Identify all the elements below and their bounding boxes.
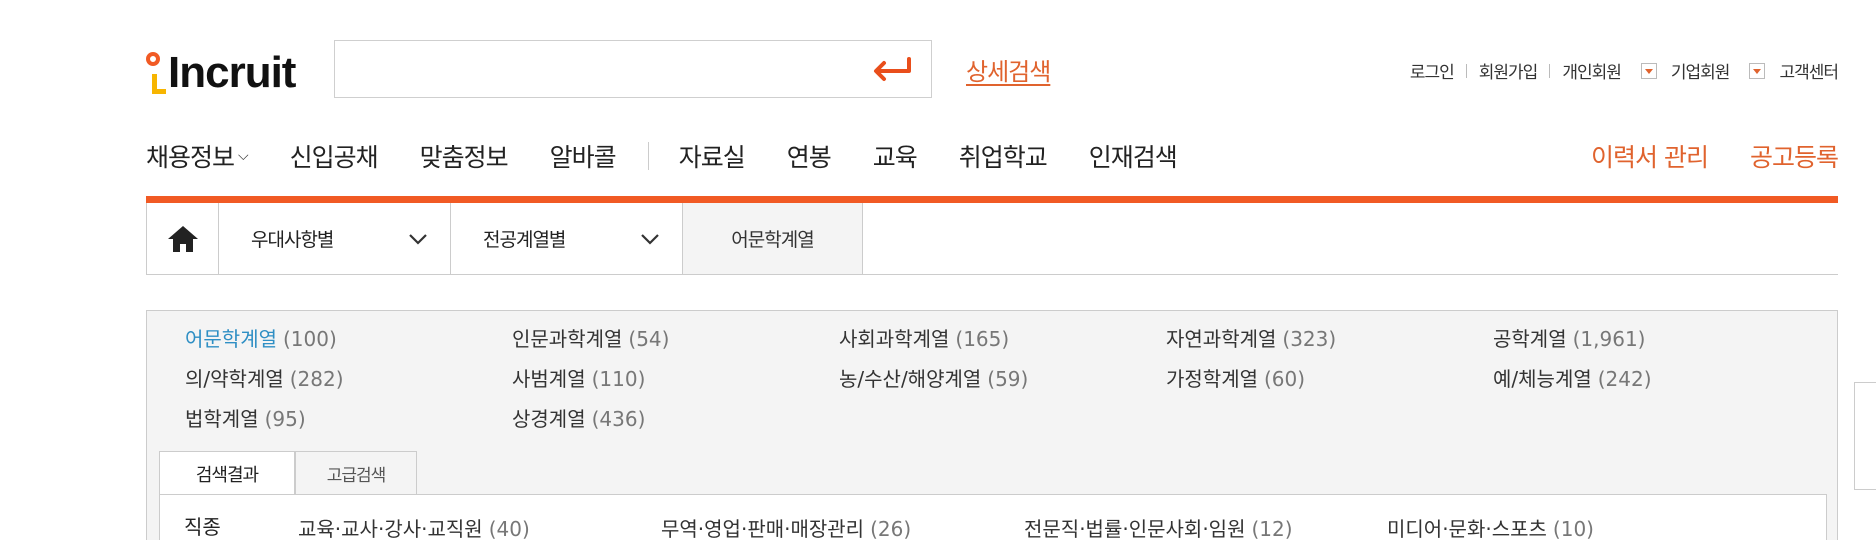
- major-dropdown[interactable]: 전공계열별: [451, 203, 683, 274]
- corporate-dropdown-icon[interactable]: [1749, 62, 1766, 79]
- personal-member-link[interactable]: 개인회원: [1562, 58, 1622, 83]
- divider: [1465, 63, 1467, 78]
- logo-mark-icon: [146, 48, 166, 98]
- category-item[interactable]: 사회과학계열 (165): [839, 323, 1009, 352]
- location-bar: 우대사항별 전공계열별 어문학계열: [146, 203, 1838, 275]
- job-type-item[interactable]: 전문직·법률·인문사회·임원 (12): [1024, 513, 1293, 540]
- category-panel: 어문학계열 (100) 인문과학계열 (54) 사회과학계열 (165) 자연과학계열…: [146, 310, 1838, 540]
- preference-dropdown[interactable]: 우대사항별: [219, 203, 451, 274]
- nav-item-new-grad[interactable]: 신입공채: [290, 138, 379, 174]
- post-job-link[interactable]: 공고등록: [1750, 138, 1839, 174]
- nav-item-job-school[interactable]: 취업학교: [959, 138, 1048, 174]
- category-item[interactable]: 공학계열 (1,961): [1493, 323, 1645, 352]
- signup-link[interactable]: 회원가입: [1479, 58, 1539, 83]
- result-tabs: 검색결과 고급검색: [159, 451, 417, 495]
- nav-right: 이력서 관리 공고등록: [1549, 138, 1839, 174]
- home-button[interactable]: [147, 203, 219, 274]
- home-icon: [167, 225, 198, 252]
- detail-search-link[interactable]: 상세검색: [966, 52, 1051, 87]
- chevron-down-icon: [641, 233, 659, 245]
- chevron-down-icon: [409, 233, 427, 245]
- nav-item-education[interactable]: 교육: [873, 138, 918, 174]
- nav-item-jobs[interactable]: 채용정보 ⌵: [146, 138, 249, 174]
- job-type-item[interactable]: 미디어·문화·스포츠 (10): [1387, 513, 1594, 540]
- job-type-item[interactable]: 교육·교사·강사·교직원 (40): [298, 513, 530, 540]
- nav-item-albacall[interactable]: 알바콜: [550, 138, 617, 174]
- search-input[interactable]: [335, 41, 855, 97]
- search-box: [334, 40, 932, 98]
- corporate-member-link[interactable]: 기업회원: [1671, 58, 1731, 83]
- nav-item-custom[interactable]: 맞춤정보: [420, 138, 509, 174]
- incruit-logo[interactable]: Incruit: [146, 48, 296, 98]
- category-item[interactable]: 어문학계열 (100): [185, 323, 337, 352]
- category-item[interactable]: 인문과학계열 (54): [512, 323, 669, 352]
- category-item[interactable]: 농/수산/해양계열 (59): [839, 363, 1028, 392]
- tab-search-result[interactable]: 검색결과: [159, 451, 295, 495]
- tab-advanced-search[interactable]: 고급검색: [295, 451, 417, 495]
- result-box: 직종 교육·교사·강사·교직원 (40) 무역·영업·판매·매장관리 (26) 전문…: [159, 494, 1827, 540]
- category-item[interactable]: 예/체능계열 (242): [1493, 363, 1652, 392]
- category-item[interactable]: 법학계열 (95): [185, 403, 306, 432]
- job-type-item[interactable]: 무역·영업·판매·매장관리 (26): [661, 513, 911, 540]
- job-type-label: 직종: [184, 515, 221, 539]
- enter-arrow-icon[interactable]: [869, 53, 915, 85]
- nav-item-talent-search[interactable]: 인재검색: [1089, 138, 1178, 174]
- category-item[interactable]: 상경계열 (436): [512, 403, 645, 432]
- nav-divider: [647, 142, 649, 170]
- nav-item-salary[interactable]: 연봉: [787, 138, 832, 174]
- category-item[interactable]: 자연과학계열 (323): [1166, 323, 1336, 352]
- resume-manage-link[interactable]: 이력서 관리: [1591, 138, 1709, 174]
- chevron-down-icon: ⌵: [238, 148, 249, 164]
- personal-dropdown-icon[interactable]: [1640, 62, 1657, 79]
- side-floating-widget[interactable]: [1854, 382, 1876, 490]
- divider: [1549, 63, 1551, 78]
- login-link[interactable]: 로그인: [1410, 58, 1455, 83]
- nav-underline-bar: [146, 196, 1838, 203]
- main-nav: 채용정보 ⌵ 신입공채 맞춤정보 알바콜 자료실 연봉 교육 취업학교 인재검색: [146, 138, 1219, 174]
- customer-center-link[interactable]: 고객센터: [1779, 58, 1839, 83]
- category-item[interactable]: 사범계열 (110): [512, 363, 645, 392]
- util-menu: 로그인 회원가입 개인회원 기업회원 고객센터: [1410, 58, 1839, 83]
- nav-item-resources[interactable]: 자료실: [679, 138, 746, 174]
- category-item[interactable]: 가정학계열 (60): [1166, 363, 1305, 392]
- logo-text: Incruit: [168, 48, 296, 97]
- category-item[interactable]: 의/약학계열 (282): [185, 363, 344, 392]
- current-location[interactable]: 어문학계열: [683, 203, 863, 274]
